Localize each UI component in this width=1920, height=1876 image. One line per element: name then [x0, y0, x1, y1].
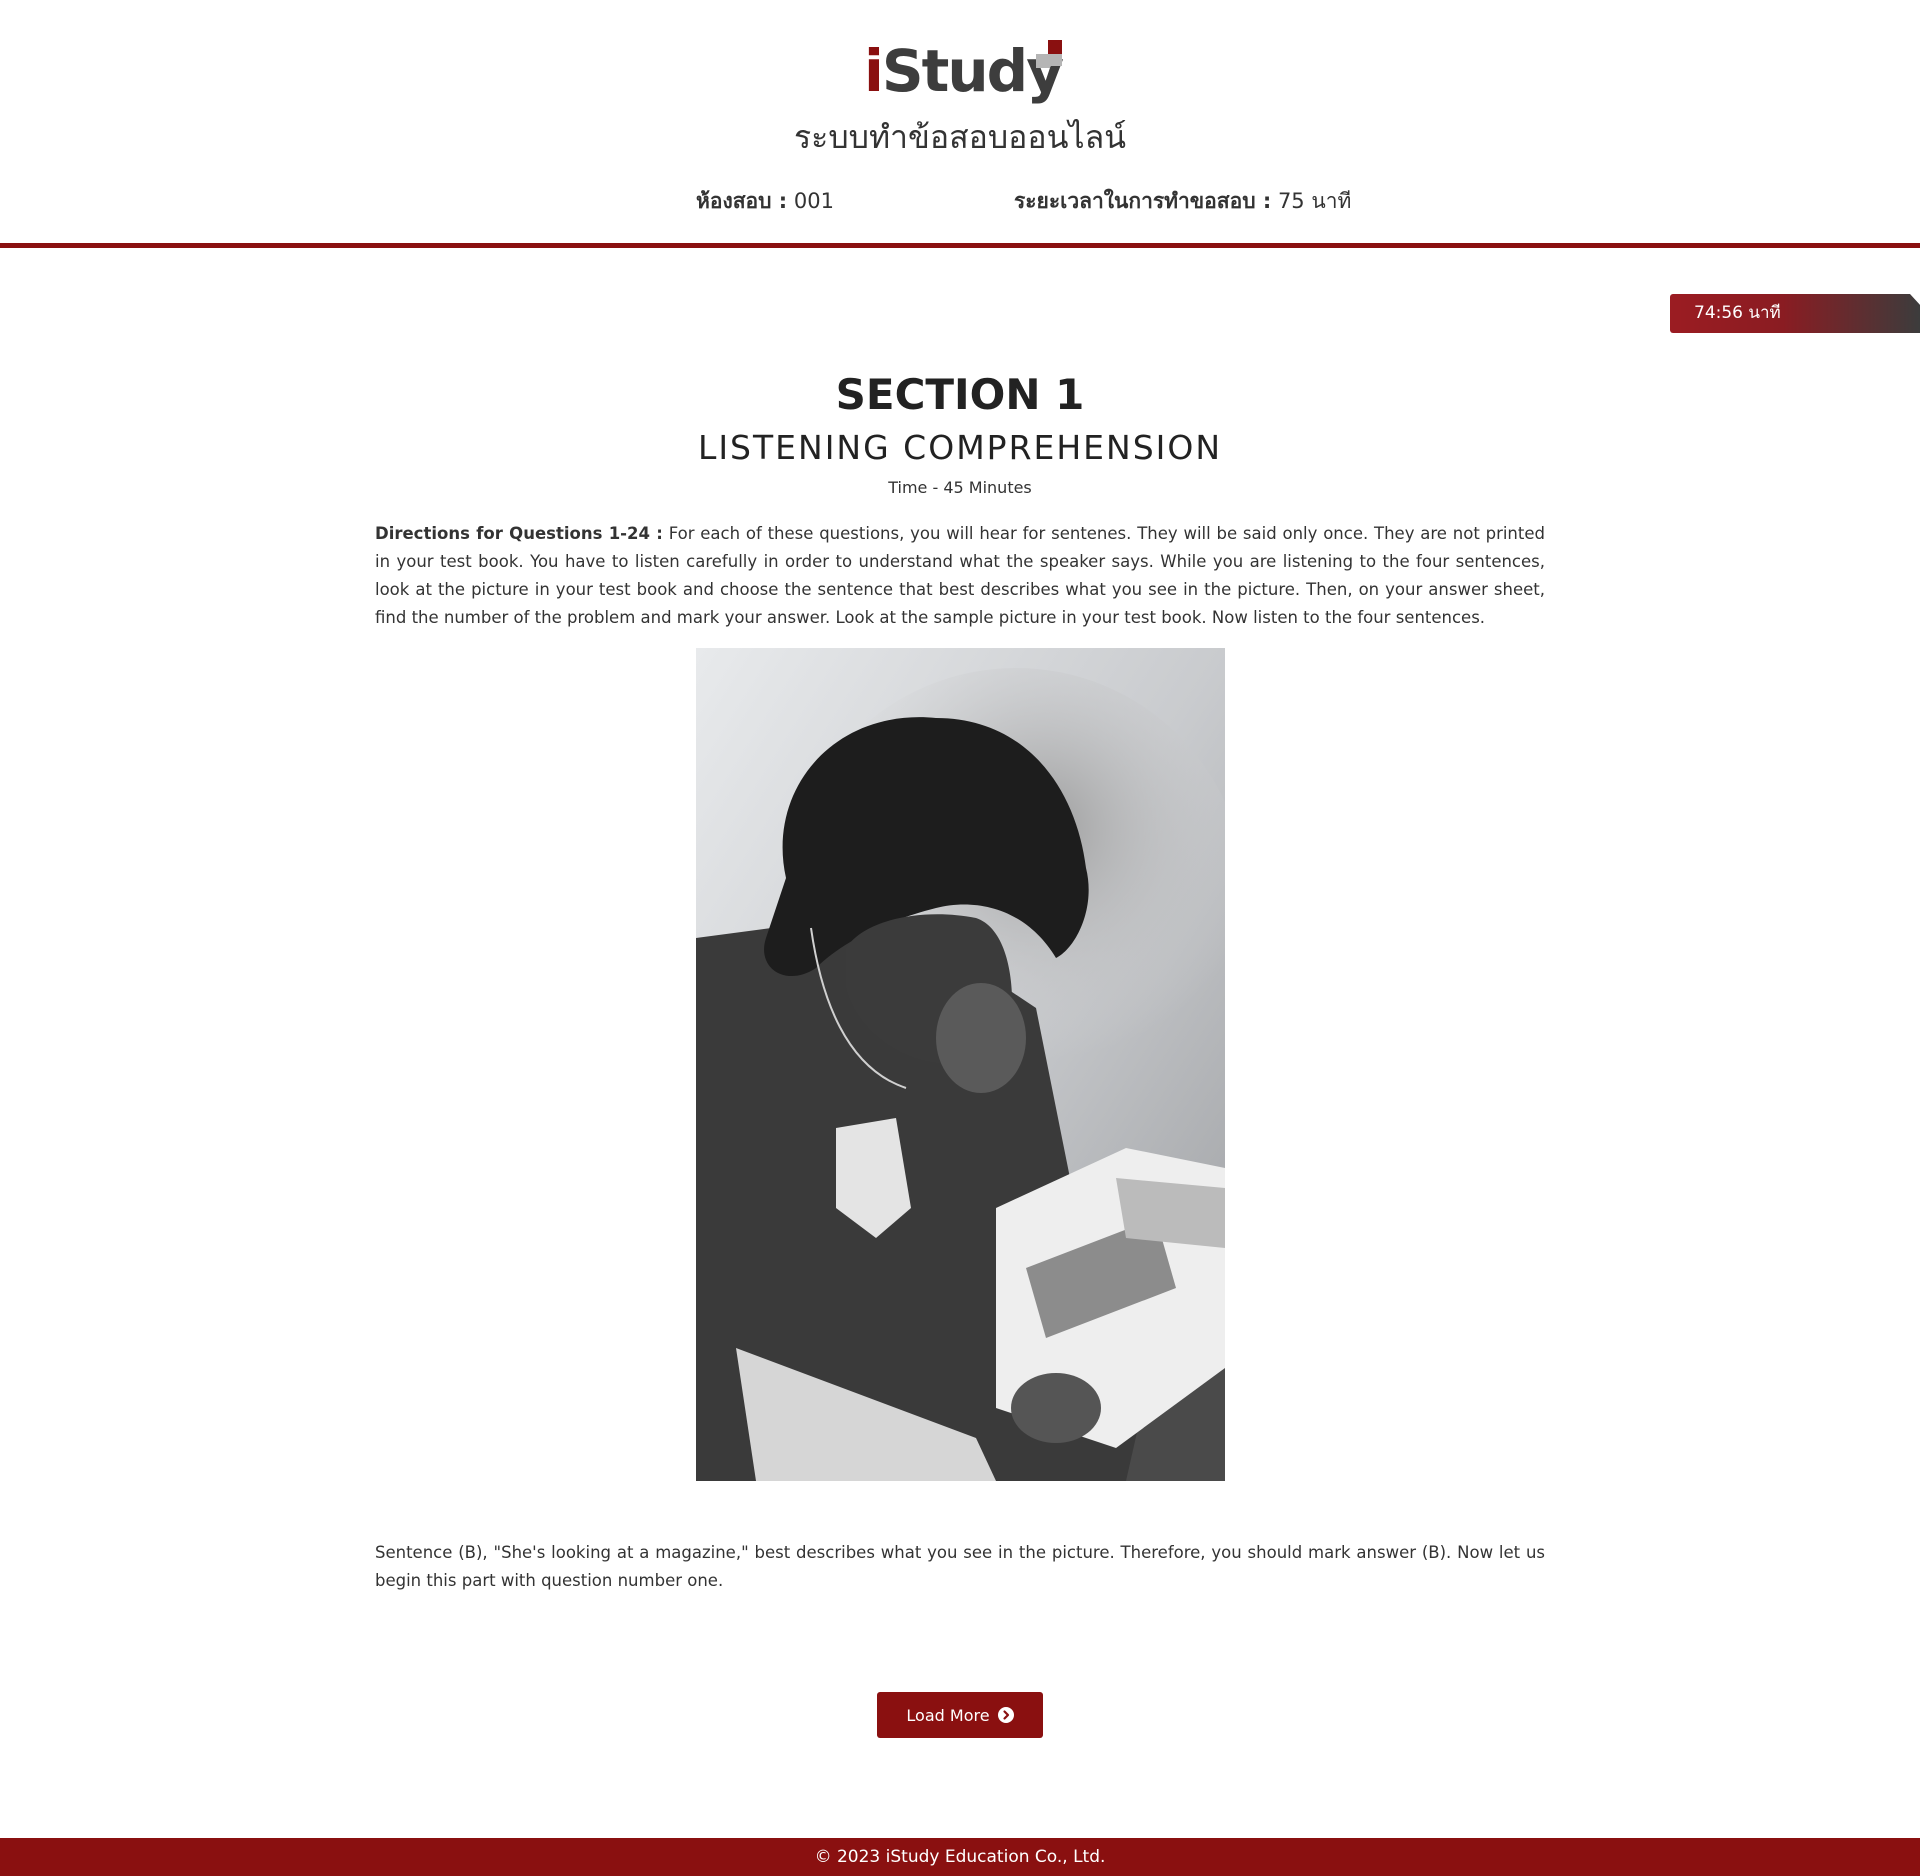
- directions-text: Directions for Questions 1-24 : For each…: [375, 520, 1545, 632]
- section-time-limit: Time - 45 Minutes: [888, 478, 1032, 497]
- chevron-circle-right-icon: [997, 1707, 1014, 1723]
- logo-prefix: i: [864, 37, 884, 105]
- sample-picture: [696, 648, 1225, 1481]
- room-value: 001: [793, 189, 834, 213]
- room-label: ห้องสอบ :: [696, 189, 788, 213]
- duration-label: ระยะเวลาในการทำขอสอบ :: [1014, 189, 1272, 213]
- page-title: ระบบทำข้อสอบออนไลน์: [793, 118, 1127, 156]
- duration-value: 75 นาที: [1277, 189, 1352, 213]
- exam-duration-info: ระยะเวลาในการทำขอสอบ : 75 นาที: [1014, 185, 1351, 218]
- directions-label: Directions for Questions 1-24 :: [375, 524, 663, 543]
- exam-room-info: ห้องสอบ : 001: [696, 185, 834, 218]
- woman-reading-magazine-photo: [696, 648, 1225, 1481]
- load-more-label: Load More: [906, 1705, 990, 1725]
- example-explanation: Sentence (B), "She's looking at a magazi…: [375, 1543, 1545, 1590]
- istudy-logo: iStudy: [864, 36, 1064, 106]
- logo-rest: Study: [881, 37, 1064, 105]
- header: iStudy ระบบทำข้อสอบออนไลน์ ห้องสอบ : 001…: [0, 0, 1920, 248]
- exam-page: iStudy ระบบทำข้อสอบออนไลน์ ห้องสอบ : 001…: [0, 0, 1920, 1876]
- footer: © 2023 iStudy Education Co., Ltd.: [0, 1838, 1920, 1876]
- section-title: SECTION 1: [835, 370, 1085, 419]
- logo-squares-icon: [1036, 40, 1066, 70]
- section-subtitle: LISTENING COMPREHENSION: [697, 428, 1223, 467]
- countdown-timer: 74:56 นาที: [1670, 294, 1920, 333]
- load-more-button[interactable]: Load More: [877, 1692, 1043, 1738]
